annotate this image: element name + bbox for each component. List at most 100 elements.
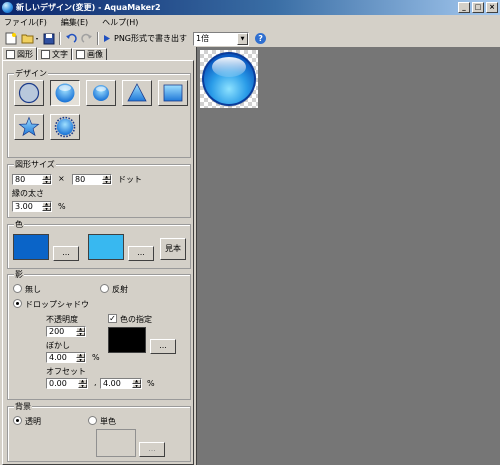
color-group: 色 ... ... 見本 [7,219,191,269]
shadow-color-swatch[interactable] [108,327,146,353]
spin-down-icon[interactable]: ▼ [132,383,141,388]
shadow-color-checkbox[interactable]: ✓ [108,314,117,323]
width-value: 80 [15,175,26,184]
window-title: 新しいデザイン(変更) - AquaMaker2 [16,3,161,12]
tab-text-label: 文字 [52,50,68,59]
blur-unit: % [92,353,100,362]
tab-shape[interactable]: 図形 [2,47,37,61]
zoom-value: 1倍 [196,33,210,43]
open-folder-icon [21,34,38,44]
border-width-unit: % [58,202,66,211]
spin-down-icon[interactable]: ▼ [42,206,51,211]
size-times-sign: × [58,174,65,183]
color-group-title: 色 [14,219,24,230]
help-icon[interactable]: ? [255,33,267,44]
height-spinner[interactable]: 80 ▲ ▼ [72,174,112,185]
toolbar-separator [59,32,61,45]
star-icon [18,116,40,137]
triangle-icon [127,83,147,102]
shape-seal-button[interactable] [50,114,80,140]
menu-help[interactable]: ヘルプ(H) [102,17,138,28]
shadow-reflection-radio[interactable] [100,284,109,293]
menu-edit[interactable]: 編集(E) [61,17,88,28]
height-value: 80 [75,175,86,184]
offset-x-spinner[interactable]: 0.00 ▲ ▼ [46,378,88,389]
color1-pick-button[interactable]: ... [53,246,79,261]
offset-separator: , [94,378,97,387]
shadow-reflection-label: 反射 [112,285,128,294]
spin-down-icon[interactable]: ▼ [78,383,87,388]
shape-circle-small-button[interactable] [86,80,116,106]
shape-tab-icon [6,49,15,59]
size-unit: ドット [118,175,142,184]
blur-spinner[interactable]: 4.00 ▲ ▼ [46,352,86,363]
opacity-spinner[interactable]: 200 ▲ ▼ [46,326,86,337]
sample-button[interactable]: 見本 [160,238,186,260]
background-group: 背景 透明 単色 ... [7,401,191,462]
spin-down-icon[interactable]: ▼ [76,331,85,336]
title-bar: 新しいデザイン(変更) - AquaMaker2 _ □ × [0,0,500,15]
redo-button[interactable] [79,31,95,46]
minimize-button[interactable]: _ [458,2,470,13]
app-icon [2,2,13,13]
design-preview[interactable] [200,50,258,108]
new-button[interactable] [3,31,19,46]
offset-label: オフセット [46,367,86,376]
background-solid-label: 単色 [100,417,116,426]
undo-icon [66,33,77,43]
border-width-spinner[interactable]: 3.00 ▲ ▼ [12,201,52,212]
seal-icon [54,116,76,138]
circle-icon [55,83,75,103]
shadow-drop-radio[interactable] [13,299,22,308]
offset-y-spinner[interactable]: 4.00 ▲ ▼ [100,378,142,389]
blur-value: 4.00 [49,353,67,362]
shape-square-button[interactable] [158,80,188,106]
background-transparent-label: 透明 [25,417,41,426]
spin-down-icon[interactable]: ▼ [76,357,85,362]
properties-panel: 図形 文字 画像 デザイン 図形サイズ 80 ▲ ▼ × 80 ▲ ▼ ドット … [0,47,196,465]
text-tab-icon [41,50,50,59]
redo-icon [81,33,92,43]
shape-circle-outline-button[interactable] [14,80,44,106]
border-width-value: 3.00 [15,202,33,211]
color1-swatch[interactable] [13,234,49,260]
export-png-label: PNG形式で書き出す [114,34,188,43]
background-color-pick-button: ... [139,442,165,457]
shadow-none-label: 無し [25,285,41,294]
shadow-drop-label: ドロップシャドウ [25,300,89,309]
blur-label: ぼかし [46,341,70,350]
shape-circle-button[interactable] [50,80,80,106]
background-solid-radio[interactable] [88,416,97,425]
opacity-value: 200 [49,327,65,336]
design-canvas[interactable] [197,47,500,465]
small-circle-icon [93,85,109,101]
zoom-select[interactable]: 1倍 ▼ [193,31,250,46]
save-button[interactable] [41,31,57,46]
export-png-button[interactable]: PNG形式で書き出す [101,31,189,46]
shadow-none-radio[interactable] [13,284,22,293]
undo-button[interactable] [63,31,79,46]
background-transparent-radio[interactable] [13,416,22,425]
spin-down-icon[interactable]: ▼ [102,179,111,184]
menu-file[interactable]: ファイル(F) [4,17,47,28]
toolbar: PNG形式で書き出す 1倍 ▼ ? [0,30,500,47]
menu-bar: ファイル(F) 編集(E) ヘルプ(H) [0,15,500,29]
color2-swatch[interactable] [88,234,124,260]
offset-unit: % [147,379,155,388]
color2-pick-button[interactable]: ... [128,246,154,261]
close-button[interactable]: × [486,2,498,13]
shadow-color-check-label: 色の指定 [120,315,152,324]
open-button[interactable] [19,31,41,46]
width-spinner[interactable]: 80 ▲ ▼ [12,174,52,185]
shape-star-button[interactable] [14,114,44,140]
spin-down-icon[interactable]: ▼ [42,179,51,184]
shape-triangle-button[interactable] [122,80,152,106]
new-file-icon [5,32,17,45]
design-group-title: デザイン [14,68,48,79]
shadow-group-title: 影 [14,269,24,280]
chevron-down-icon: ▼ [237,32,249,45]
maximize-button[interactable]: □ [472,2,484,13]
background-group-title: 背景 [14,401,32,412]
opacity-label: 不透明度 [46,315,78,324]
shadow-color-pick-button[interactable]: ... [150,339,176,354]
